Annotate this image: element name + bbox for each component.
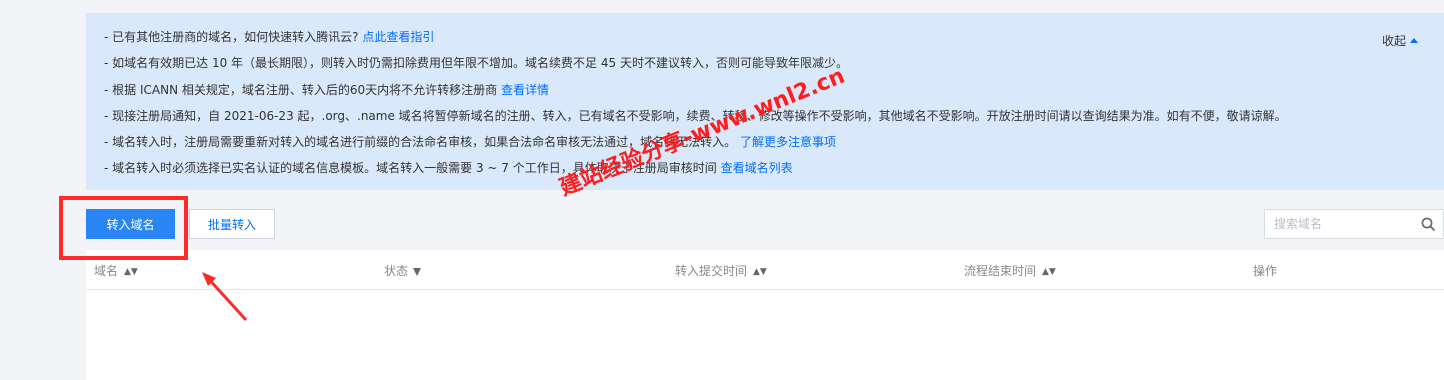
notice-text: - 根据 ICANN 相关规定，域名注册、转入后的60天内将不允许转移注册商 — [104, 83, 498, 97]
caret-up-icon — [1410, 38, 1419, 43]
search-box — [1264, 209, 1444, 239]
notice-line-3: - 根据 ICANN 相关规定，域名注册、转入后的60天内将不允许转移注册商 查… — [104, 81, 549, 98]
sort-icon[interactable]: ▲▼ — [1042, 267, 1056, 277]
column-header-end-time[interactable]: 流程结束时间 ▲▼ — [964, 262, 1056, 279]
more-notes-link[interactable]: 了解更多注意事项 — [740, 135, 836, 149]
search-icon[interactable] — [1421, 217, 1435, 231]
view-details-link[interactable]: 查看详情 — [501, 83, 549, 97]
transfer-guide-link[interactable]: 点此查看指引 — [362, 30, 434, 44]
highlight-box — [59, 196, 188, 260]
notice-text: - 已有其他注册商的域名，如何快速转入腾讯云? — [104, 30, 359, 44]
toolbar: 转入域名 批量转入 — [86, 190, 1444, 250]
collapse-toggle[interactable]: 收起 — [1382, 32, 1419, 49]
collapse-label: 收起 — [1382, 34, 1407, 48]
notice-line-6: - 域名转入时必须选择已实名认证的域名信息模板。域名转入一般需要 3 ~ 7 个… — [104, 159, 793, 176]
annotation-arrow-icon — [202, 272, 248, 322]
sort-icon[interactable]: ▲▼ — [124, 267, 138, 277]
sort-icon[interactable]: ▲▼ — [753, 267, 767, 277]
domain-table: 域名 ▲▼ 状态 转入提交时间 ▲▼ 流程结束时间 ▲▼ 操作 — [86, 250, 1444, 380]
column-header-actions: 操作 — [1253, 264, 1278, 278]
column-header-domain[interactable]: 域名 ▲▼ — [94, 262, 138, 279]
batch-transfer-button[interactable]: 批量转入 — [189, 209, 275, 239]
notice-text: - 如域名有效期已达 10 年（最长期限），则转入时仍需扣除费用但年限不增加。域… — [104, 56, 848, 70]
table-header: 域名 ▲▼ 状态 转入提交时间 ▲▼ 流程结束时间 ▲▼ 操作 — [86, 250, 1444, 290]
notice-line-2: - 如域名有效期已达 10 年（最长期限），则转入时仍需扣除费用但年限不增加。域… — [104, 54, 848, 71]
column-header-status[interactable]: 状态 — [384, 262, 422, 279]
notice-line-1: - 已有其他注册商的域名，如何快速转入腾讯云? 点此查看指引 — [104, 28, 434, 45]
column-header-submit-time[interactable]: 转入提交时间 ▲▼ — [675, 262, 767, 279]
filter-icon[interactable] — [413, 268, 422, 276]
domain-list-link[interactable]: 查看域名列表 — [721, 161, 793, 175]
search-input[interactable] — [1265, 210, 1415, 238]
